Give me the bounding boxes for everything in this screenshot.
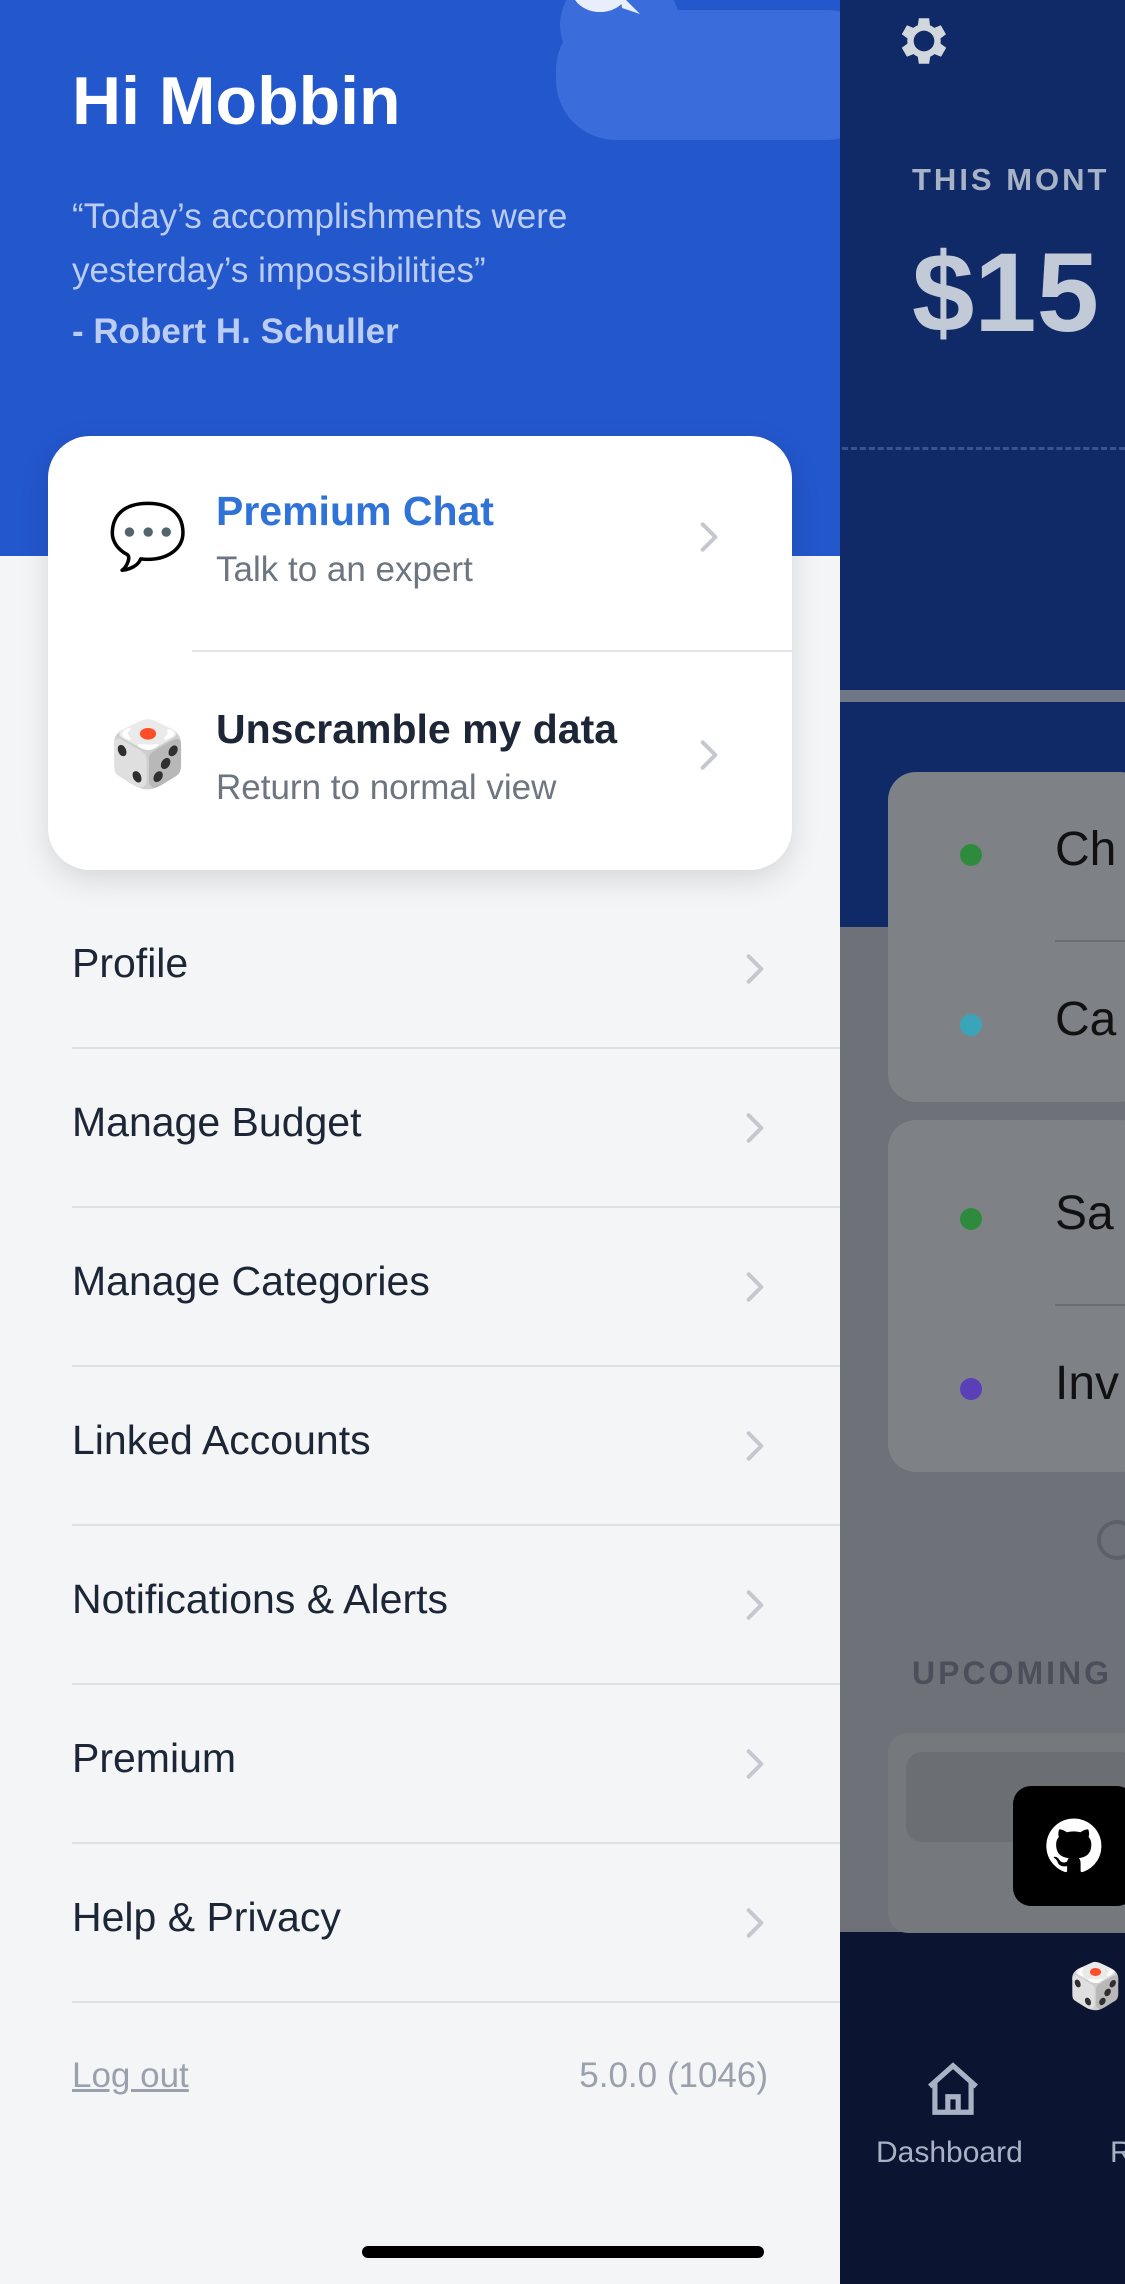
speech-bubble-icon: 💬 <box>108 500 188 572</box>
account-dot <box>960 844 982 866</box>
chevron-right-icon <box>746 1431 764 1461</box>
account-dot <box>960 1378 982 1400</box>
chevron-right-icon <box>746 1749 764 1779</box>
home-indicator[interactable] <box>362 2246 764 2258</box>
tab-dashboard[interactable]: Dashboard <box>876 2136 1023 2170</box>
app-version: 5.0.0 (1046) <box>579 2056 768 2095</box>
home-icon[interactable] <box>918 2058 988 2120</box>
menu-divider <box>72 2001 840 2003</box>
month-amount: $15 <box>912 230 1099 355</box>
menu-item-profile[interactable]: Profile <box>0 890 840 1049</box>
account-dot <box>960 1014 982 1036</box>
chevron-right-icon <box>746 1272 764 1302</box>
rocket-icon <box>575 0 640 14</box>
quote-text: “Today’s accomplishments were yesterday’… <box>72 197 568 290</box>
unscramble-title: Unscramble my data <box>216 706 618 752</box>
account-label[interactable]: Ch <box>1055 822 1116 877</box>
premium-chat-button[interactable]: 💬 Premium Chat Talk to an expert <box>48 436 792 636</box>
chevron-right-icon <box>746 954 764 984</box>
card-divider <box>192 650 792 652</box>
accounts-card <box>888 1120 1125 1472</box>
chevron-right-icon <box>746 1908 764 1938</box>
menu-item-label: Notifications & Alerts <box>72 1576 448 1622</box>
menu-item-label: Profile <box>72 940 189 986</box>
menu-item-help-privacy[interactable]: Help & Privacy <box>0 1844 840 2003</box>
menu-item-manage-budget[interactable]: Manage Budget <box>0 1049 840 1208</box>
row-divider <box>1055 1304 1125 1306</box>
premium-chat-title: Premium Chat <box>216 488 494 534</box>
quick-actions-card: 💬 Premium Chat Talk to an expert 🎲 Unscr… <box>48 436 792 870</box>
menu-item-label: Help & Privacy <box>72 1894 341 1940</box>
menu-item-notifications-alerts[interactable]: Notifications & Alerts <box>0 1526 840 1685</box>
account-label[interactable]: Sa <box>1055 1186 1114 1241</box>
row-divider <box>1055 940 1125 942</box>
menu-item-premium[interactable]: Premium <box>0 1685 840 1844</box>
chevron-right-icon <box>700 522 718 552</box>
unscramble-data-button[interactable]: 🎲 Unscramble my data Return to normal vi… <box>48 654 792 854</box>
menu-item-label: Manage Categories <box>72 1258 430 1304</box>
premium-chat-subtitle: Talk to an expert <box>216 550 473 589</box>
chevron-right-icon <box>700 740 718 770</box>
greeting-title: Hi Mobbin <box>72 63 401 139</box>
dice-icon: 🎲 <box>1068 1962 1123 2011</box>
gear-icon[interactable] <box>893 10 955 72</box>
side-drawer: Hi Mobbin “Today’s accomplishments were … <box>0 0 840 2284</box>
menu-item-label: Manage Budget <box>72 1099 362 1145</box>
upcoming-label: UPCOMING <box>912 1655 1112 1691</box>
account-label[interactable]: Inv <box>1055 1356 1119 1411</box>
quote-author: - Robert H. Schuller <box>72 312 399 351</box>
github-icon[interactable] <box>1013 1786 1125 1906</box>
chevron-right-icon <box>746 1113 764 1143</box>
chevron-right-icon <box>746 1590 764 1620</box>
menu-item-linked-accounts[interactable]: Linked Accounts <box>0 1367 840 1526</box>
menu-item-manage-categories[interactable]: Manage Categories <box>0 1208 840 1367</box>
dice-icon: 🎲 <box>108 718 188 790</box>
drawer-menu: Profile Manage Budget Manage Categories … <box>0 890 840 2003</box>
month-label: THIS MONT <box>912 162 1110 197</box>
account-dot <box>960 1208 982 1230</box>
bg-separator <box>840 690 1125 702</box>
unscramble-subtitle: Return to normal view <box>216 768 557 807</box>
dashed-divider <box>842 447 1125 450</box>
menu-item-label: Linked Accounts <box>72 1417 371 1463</box>
account-label[interactable]: Ca <box>1055 992 1116 1047</box>
logout-link[interactable]: Log out <box>72 2056 189 2096</box>
tab-next[interactable]: R <box>1110 2136 1125 2170</box>
menu-item-label: Premium <box>72 1735 237 1781</box>
